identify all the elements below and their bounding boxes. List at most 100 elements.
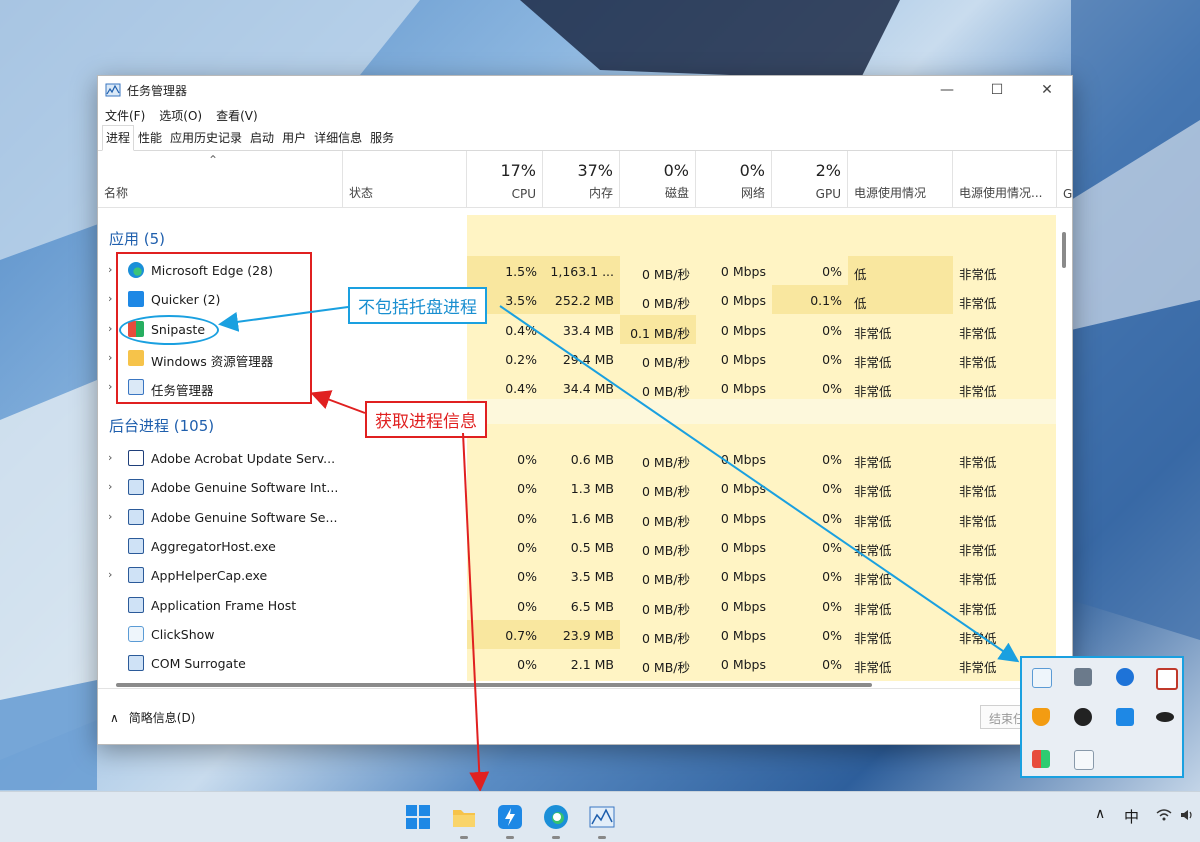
clickshow-tray-icon[interactable] xyxy=(1032,668,1052,688)
ime-indicator[interactable]: 中 xyxy=(1124,806,1139,827)
list-tray-icon[interactable] xyxy=(1074,750,1094,770)
process-row[interactable]: COM Surrogate 0% 2.1 MB 0 MB/秒 0 Mbps 0% 非常低 非常… xyxy=(98,649,1056,678)
minimize-button[interactable]: — xyxy=(922,76,972,104)
cell-mem: 33.4 MB xyxy=(562,322,614,338)
cell-mem: 1,163.1 ... xyxy=(550,264,614,279)
cell-power-trend: 非常低 xyxy=(959,630,997,646)
cell-disk: 0 MB/秒 xyxy=(642,267,690,282)
expand-chevron-icon[interactable]: › xyxy=(108,322,112,335)
process-row[interactable]: AggregatorHost.exe 0% 0.5 MB 0 MB/秒 0 Mbps 0%… xyxy=(98,532,1056,561)
expand-chevron-icon[interactable]: › xyxy=(108,510,112,523)
explorer-taskbar-icon[interactable] xyxy=(451,804,477,830)
quicker-taskbar-icon[interactable] xyxy=(497,804,523,830)
process-row[interactable]: Application Frame Host 0% 6.5 MB 0 MB/秒 0 Mb… xyxy=(98,591,1056,620)
group-apps[interactable]: 应用 (5) xyxy=(109,228,165,249)
eye-tray-icon[interactable] xyxy=(1156,712,1174,722)
tab-startup[interactable]: 启动 xyxy=(246,125,278,151)
cell-power: 非常低 xyxy=(854,572,892,588)
cell-disk: 0 MB/秒 xyxy=(642,601,690,617)
expand-chevron-icon[interactable]: › xyxy=(108,480,112,493)
title-bar[interactable]: 任务管理器 — ☐ ✕ xyxy=(98,76,1072,104)
expand-chevron-icon[interactable]: › xyxy=(108,451,112,464)
taskmgr-taskbar-icon[interactable] xyxy=(589,804,615,830)
tab-bar: 进程 性能 应用历史记录 启动 用户 详细信息 服务 xyxy=(98,125,1072,151)
cell-power: 低 xyxy=(854,296,867,312)
col-gpu-label: GPU xyxy=(815,187,841,201)
cell-cpu: 0.2% xyxy=(505,351,537,367)
col-power-label: 电源使用情况 xyxy=(854,186,927,200)
tab-app-history[interactable]: 应用历史记录 xyxy=(166,125,246,151)
col-cpu[interactable]: 17% CPU xyxy=(467,151,543,207)
sort-arrow-icon: ⌃ xyxy=(208,153,219,167)
process-row[interactable]: › AppHelperCap.exe 0% 3.5 MB 0 MB/秒 0 Mbps 0% 非… xyxy=(98,561,1056,590)
cell-gpu: 0% xyxy=(822,322,842,338)
expand-chevron-icon[interactable]: › xyxy=(108,263,112,276)
col-gpu[interactable]: 2% GPU xyxy=(772,151,848,207)
menu-file[interactable]: 文件(F) xyxy=(105,107,145,124)
expand-chevron-icon[interactable]: › xyxy=(108,351,112,364)
close-button[interactable]: ✕ xyxy=(1022,76,1072,104)
taskbar: ∧ 中 xyxy=(0,791,1200,842)
tab-services[interactable]: 服务 xyxy=(366,125,398,151)
snipaste-tray-icon[interactable] xyxy=(1032,750,1050,768)
tab-users[interactable]: 用户 xyxy=(278,125,310,151)
col-power[interactable]: 电源使用情况 xyxy=(848,151,953,207)
cell-net: 0 Mbps xyxy=(720,351,766,367)
tab-details[interactable]: 详细信息 xyxy=(310,125,366,151)
process-name: Adobe Acrobat Update Serv... xyxy=(151,451,336,466)
quicker-tray-icon[interactable] xyxy=(1116,708,1134,726)
col-power-trend-label: 电源使用情况... xyxy=(959,186,1043,200)
cell-disk: 0 MB/秒 xyxy=(642,354,690,370)
cell-cpu: 0% xyxy=(517,569,537,585)
expand-chevron-icon[interactable]: › xyxy=(108,380,112,393)
fewer-details-label: 简略信息(D) xyxy=(128,711,196,725)
service-icon xyxy=(128,596,144,613)
chevron-up-icon: ∧ xyxy=(110,711,119,725)
col-name[interactable]: ⌃ 名称 xyxy=(98,151,343,207)
tray-note-callout: 不包括托盘进程 xyxy=(348,287,487,324)
col-cpu-label: CPU xyxy=(511,187,536,201)
col-network[interactable]: 0% 网络 xyxy=(696,151,772,207)
cell-gpu: 0.1% xyxy=(810,293,842,309)
menu-options[interactable]: 选项(O) xyxy=(159,107,202,124)
maximize-button[interactable]: ☐ xyxy=(972,76,1022,104)
start-windows-icon[interactable] xyxy=(405,804,431,830)
service-icon xyxy=(128,508,144,525)
search-tray-icon[interactable] xyxy=(1156,668,1178,690)
process-row[interactable]: ClickShow 0.7% 23.9 MB 0 MB/秒 0 Mbps 0% 非常低 非常低 xyxy=(98,619,1056,649)
tab-performance[interactable]: 性能 xyxy=(134,125,166,151)
col-power-trend[interactable]: 电源使用情况... xyxy=(953,151,1057,207)
tray-overflow-popup xyxy=(1020,656,1184,778)
col-gpu-engine[interactable]: G xyxy=(1057,151,1072,207)
cell-net: 0 Mbps xyxy=(720,264,766,279)
col-status[interactable]: 状态 xyxy=(343,151,467,207)
taskmgr-icon xyxy=(105,83,121,97)
wifi-icon[interactable] xyxy=(1156,808,1172,822)
menu-view[interactable]: 查看(V) xyxy=(216,107,258,124)
monitor-tray-icon[interactable] xyxy=(1074,668,1092,686)
bluetooth-icon[interactable] xyxy=(1116,668,1134,686)
security-tray-icon[interactable] xyxy=(1032,708,1050,726)
memory-total: 37% xyxy=(577,161,613,180)
horizontal-scrollbar[interactable] xyxy=(116,683,872,687)
col-disk[interactable]: 0% 磁盘 xyxy=(620,151,696,207)
process-row[interactable]: › Adobe Acrobat Update Serv... 0% 0.6 MB 0 M… xyxy=(98,444,1056,473)
group-background[interactable]: 后台进程 (105) xyxy=(109,415,214,436)
expand-chevron-icon[interactable]: › xyxy=(108,292,112,305)
network-total: 0% xyxy=(739,161,765,180)
g-tray-icon[interactable] xyxy=(1074,708,1092,726)
cell-power: 非常低 xyxy=(854,542,892,558)
volume-icon[interactable] xyxy=(1180,808,1194,822)
show-hidden-icons-button[interactable]: ∧ xyxy=(1095,806,1105,822)
col-memory[interactable]: 37% 内存 xyxy=(543,151,620,207)
cell-mem: 3.5 MB xyxy=(570,569,614,585)
vertical-scrollbar[interactable] xyxy=(1062,232,1066,268)
process-row[interactable]: › Adobe Genuine Software Int... 0% 1.3 MB 0 … xyxy=(98,473,1056,502)
tab-processes[interactable]: 进程 xyxy=(102,125,135,151)
process-row[interactable]: › Adobe Genuine Software Se... 0% 1.6 MB 0 M… xyxy=(98,503,1056,532)
fewer-details-toggle[interactable]: ∧ 简略信息(D) xyxy=(110,709,195,726)
cell-power-trend: 非常低 xyxy=(959,296,997,312)
edge-taskbar-icon[interactable] xyxy=(543,804,569,830)
cell-net: 0 Mbps xyxy=(720,569,766,585)
expand-chevron-icon[interactable]: › xyxy=(108,568,112,581)
